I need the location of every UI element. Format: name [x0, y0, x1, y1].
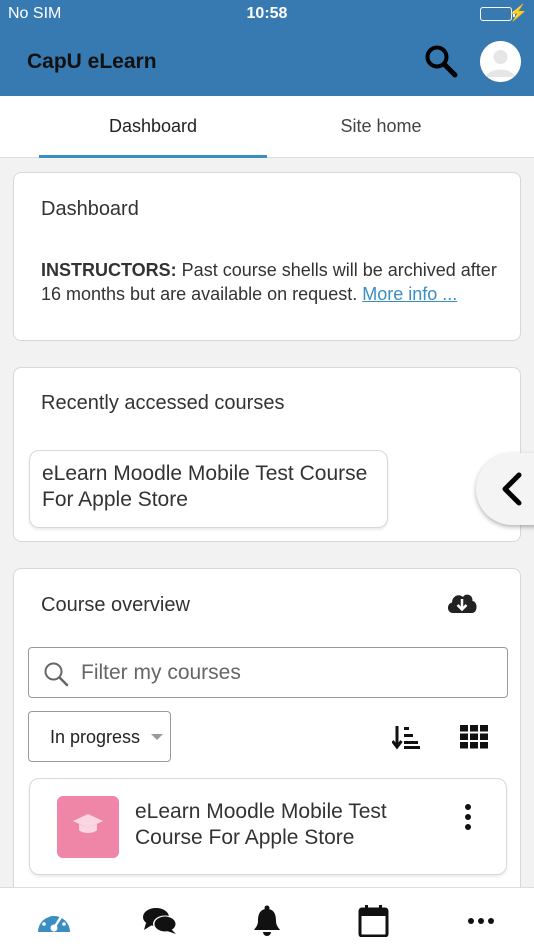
select-value: In progress: [50, 727, 141, 747]
block-title: Course overview: [41, 594, 190, 616]
block-title: Recently accessed courses: [41, 392, 285, 414]
course-list-item[interactable]: eLearn Moodle Mobile Test Course For App…: [29, 778, 507, 875]
calendar-icon[interactable]: [356, 905, 392, 938]
app-title: CapU eLearn: [27, 50, 157, 73]
course-status-select[interactable]: In progress: [28, 711, 171, 762]
instructor-notice: INSTRUCTORS: Past course shells will be …: [41, 258, 511, 306]
filter-courses-input[interactable]: [81, 656, 491, 689]
app-header: CapU eLearn: [0, 28, 534, 96]
graduation-cap-icon: [73, 814, 103, 833]
messages-icon[interactable]: [142, 905, 178, 937]
user-avatar-icon[interactable]: [480, 41, 521, 82]
notice-label: INSTRUCTORS:: [41, 260, 177, 280]
course-name: eLearn Moodle Mobile Test Course For App…: [135, 800, 387, 849]
notifications-bell-icon[interactable]: [249, 905, 285, 937]
bottom-navigation: [0, 887, 534, 950]
dashboard-block: Dashboard INSTRUCTORS: Past course shell…: [13, 172, 521, 341]
search-icon[interactable]: [424, 44, 458, 78]
course-thumbnail: [57, 796, 119, 858]
recent-courses-block: Recently accessed courses eLearn Moodle …: [13, 367, 521, 542]
chevron-down-icon: [151, 734, 163, 740]
block-title: Dashboard: [41, 198, 139, 220]
search-icon: [44, 662, 69, 687]
course-overview-block: Course overview In progress: [13, 568, 521, 908]
clock: 10:58: [246, 5, 288, 22]
recent-course-card[interactable]: eLearn Moodle Mobile Test Course For App…: [29, 450, 388, 528]
grid-view-icon[interactable]: [460, 725, 488, 749]
kebab-menu-icon[interactable]: [458, 803, 478, 833]
cloud-download-icon[interactable]: [445, 589, 479, 617]
filter-courses-field: [28, 647, 508, 698]
side-panel-toggle[interactable]: [476, 453, 534, 525]
status-bar: No SIM 10:58 ⚡: [0, 0, 534, 28]
tab-bar: Dashboard Site home: [0, 96, 534, 158]
more-icon[interactable]: [463, 905, 499, 937]
more-info-link[interactable]: More info ...: [362, 284, 457, 304]
tab-dashboard[interactable]: Dashboard: [39, 96, 267, 158]
chevron-left-icon: [502, 472, 522, 506]
dashboard-gauge-icon[interactable]: [36, 905, 72, 937]
charging-icon: ⚡: [508, 5, 528, 22]
sort-icon[interactable]: [391, 724, 420, 750]
tab-site-home[interactable]: Site home: [267, 96, 495, 158]
